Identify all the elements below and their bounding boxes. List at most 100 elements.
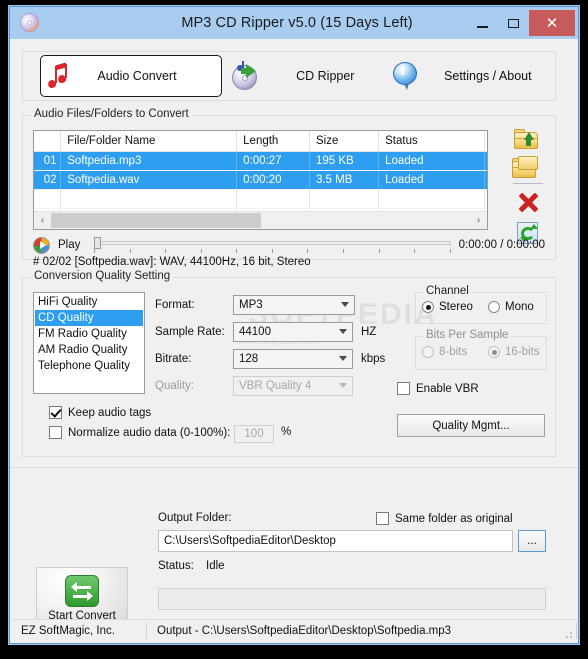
- status-label: Status:: [158, 560, 194, 572]
- file-list[interactable]: File/Folder Name Length Size Status Audi…: [33, 130, 488, 230]
- column-status[interactable]: Status: [378, 131, 485, 152]
- bitrate-label: Bitrate:: [155, 353, 192, 365]
- row-audio-info: MPEG 2.0 La: [484, 151, 487, 171]
- radio-mono[interactable]: Mono: [488, 301, 534, 313]
- keep-tags-checkbox[interactable]: Keep audio tags: [49, 406, 151, 419]
- channel-fieldset: Channel Stereo Mono: [415, 285, 547, 324]
- add-files-button[interactable]: [511, 126, 545, 153]
- radio-8bits-label: 8-bits: [439, 346, 468, 358]
- bitrate-unit: kbps: [361, 353, 386, 365]
- seek-ticks: [94, 249, 451, 253]
- format-select[interactable]: MP3: [233, 295, 355, 315]
- bitrate-value: 128: [239, 353, 259, 365]
- output-folder-label: Output Folder:: [158, 512, 232, 524]
- column-name[interactable]: File/Folder Name: [60, 131, 238, 152]
- row-status: Loaded: [378, 169, 485, 190]
- add-folder-button[interactable]: [511, 153, 545, 180]
- close-icon: ✕: [545, 14, 559, 32]
- toolbar-divider: [513, 183, 543, 184]
- add-folder-icon-second: [518, 156, 540, 171]
- minimize-button[interactable]: [467, 10, 498, 36]
- format-row: Format: MP3: [155, 295, 355, 315]
- preset-telephone[interactable]: Telephone Quality: [35, 358, 143, 374]
- tab-settings-about[interactable]: i Settings / About: [391, 56, 555, 96]
- quality-label: Quality:: [155, 380, 194, 392]
- player-row: Play 0:00:00 / 0:00:00: [33, 236, 545, 254]
- radio-stereo-label: Stereo: [439, 301, 473, 313]
- scroll-thumb[interactable]: [51, 213, 261, 228]
- resize-grip-icon[interactable]: [563, 629, 573, 639]
- section-divider: [10, 467, 578, 468]
- quality-select: VBR Quality 4: [233, 376, 353, 396]
- row-audio-info: WAV, 44100: [484, 169, 487, 190]
- quality-group: Conversion Quality Setting SOFTPEDIA www…: [22, 270, 556, 457]
- status-bar: EZ SoftMagic, Inc. Output - C:\Users\Sof…: [11, 619, 577, 642]
- enable-vbr-box: [397, 382, 410, 395]
- radio-mono-label: Mono: [505, 301, 534, 313]
- statusbar-company: EZ SoftMagic, Inc.: [21, 625, 115, 637]
- same-folder-label: Same folder as original: [395, 512, 513, 525]
- row-length: 0:00:20: [236, 169, 310, 190]
- cd-arrow-icon: [231, 61, 264, 91]
- chevron-down-icon: [341, 302, 349, 307]
- enable-vbr-label: Enable VBR: [416, 382, 479, 395]
- column-audio-info[interactable]: Audio Info.: [484, 131, 487, 152]
- maximize-button[interactable]: [498, 10, 529, 36]
- row-status: Loaded: [378, 151, 485, 171]
- radio-stereo[interactable]: Stereo: [422, 301, 473, 313]
- sample-rate-value: 44100: [239, 326, 271, 338]
- tab-audio-convert[interactable]: Audio Convert: [40, 55, 222, 97]
- horizontal-scrollbar[interactable]: ‹ ›: [34, 211, 487, 229]
- radio-stereo-dot: [422, 301, 434, 313]
- same-folder-box: [376, 512, 389, 525]
- remove-icon: [518, 192, 539, 213]
- seek-slider[interactable]: [94, 236, 451, 254]
- browse-label: ...: [527, 535, 537, 547]
- track-info: # 02/02 [Softpedia.wav]: WAV, 44100Hz, 1…: [33, 256, 311, 268]
- table-row-empty: [34, 189, 487, 209]
- format-label: Format:: [155, 299, 195, 311]
- row-index: 01: [34, 151, 62, 171]
- enable-vbr-checkbox[interactable]: Enable VBR: [397, 382, 479, 395]
- scroll-right-icon[interactable]: ›: [470, 212, 487, 229]
- quality-mgmt-label: Quality Mgmt...: [432, 419, 510, 432]
- tab-cd-ripper[interactable]: CD Ripper: [231, 56, 387, 96]
- preset-hifi[interactable]: HiFi Quality: [35, 294, 143, 310]
- row-name: Softpedia.wav: [60, 169, 238, 190]
- scroll-track[interactable]: [51, 212, 470, 229]
- list-toolbar: [507, 126, 549, 244]
- preset-fm[interactable]: FM Radio Quality: [35, 326, 143, 342]
- seek-thumb[interactable]: [94, 237, 102, 249]
- column-size[interactable]: Size: [309, 131, 380, 152]
- sample-rate-unit: HZ: [361, 326, 377, 338]
- keep-tags-label: Keep audio tags: [68, 406, 152, 419]
- quality-mgmt-button[interactable]: Quality Mgmt...: [397, 414, 545, 437]
- bits-fieldset: Bits Per Sample 8-bits 16-bits: [415, 329, 547, 370]
- preset-cd[interactable]: CD Quality: [35, 310, 143, 326]
- normalize-label: Normalize audio data (0-100%):: [68, 426, 231, 439]
- column-length[interactable]: Length: [236, 131, 310, 152]
- quality-preset-list[interactable]: HiFi Quality CD Quality FM Radio Quality…: [33, 292, 145, 394]
- music-notes-icon: [45, 61, 73, 91]
- same-folder-checkbox[interactable]: Same folder as original: [376, 512, 513, 525]
- chevron-down-icon: [339, 329, 347, 334]
- table-row[interactable]: 01 Softpedia.mp3 0:00:27 195 KB Loaded M…: [34, 151, 487, 171]
- play-button[interactable]: [33, 236, 50, 254]
- cd-disc-icon: [20, 13, 39, 32]
- remove-button[interactable]: [511, 188, 545, 215]
- table-row[interactable]: 02 Softpedia.wav 0:00:20 3.5 MB Loaded W…: [34, 169, 487, 190]
- normalize-checkbox[interactable]: Normalize audio data (0-100%):: [49, 426, 230, 439]
- bitrate-select[interactable]: 128: [233, 349, 353, 369]
- quality-row: Quality: VBR Quality 4: [155, 376, 353, 396]
- browse-button[interactable]: ...: [518, 530, 546, 552]
- output-folder-input[interactable]: C:\Users\SoftpediaEditor\Desktop: [158, 530, 513, 552]
- sample-rate-select[interactable]: 44100: [233, 322, 353, 342]
- preset-am[interactable]: AM Radio Quality: [35, 342, 143, 358]
- chevron-down-icon: [339, 383, 347, 388]
- convert-arrows-icon: [65, 574, 99, 607]
- radio-8bits-dot: [422, 346, 434, 358]
- close-button[interactable]: ✕: [529, 10, 575, 36]
- scroll-left-icon[interactable]: ‹: [34, 212, 51, 229]
- column-index[interactable]: [34, 131, 62, 152]
- row-size: 195 KB: [309, 151, 380, 171]
